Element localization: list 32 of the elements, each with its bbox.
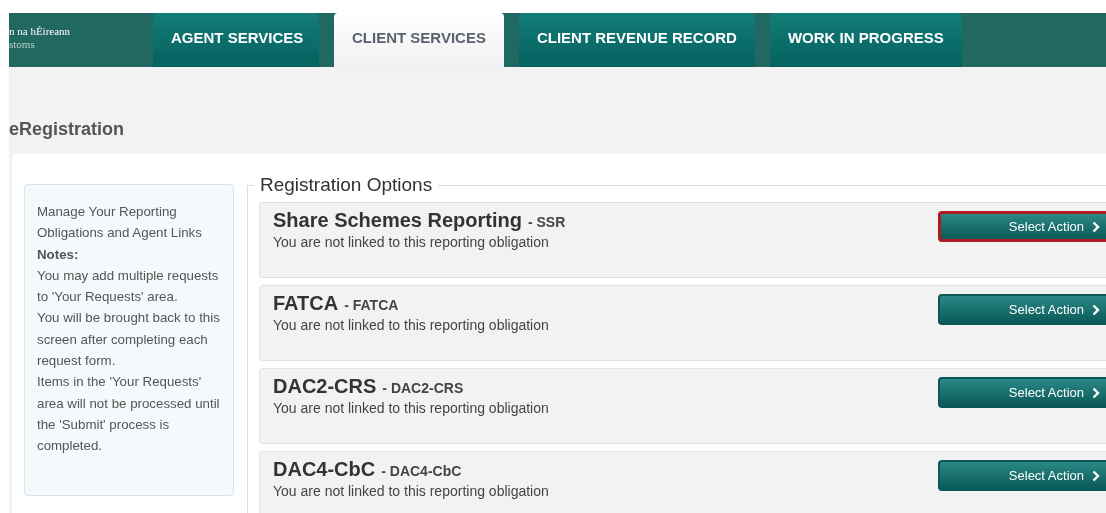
note-text: You may add multiple requests to 'Your Requests' area. — [37, 266, 220, 307]
chevron-right-icon — [1092, 303, 1100, 316]
option-code: - SSR — [527, 214, 566, 230]
notes-label: Notes: — [37, 245, 80, 264]
select-action-button[interactable]: Select Action — [938, 377, 1106, 408]
page-title: eRegistration — [9, 119, 126, 141]
option-code: - DAC2-CRS — [382, 380, 464, 396]
nav-tab[interactable]: WORK IN PROGRESS — [769, 13, 962, 67]
note-text: You will be brought back to this screen after completing each request form. — [37, 309, 221, 371]
intro-text: Manage Your Reporting Obligations and Agent Links — [37, 203, 203, 243]
note-text: Items in the 'Your Requests' area will not be processed until the 'Submit' process is completed. — [37, 373, 221, 456]
nav-tab[interactable]: CLIENT REVENUE RECORD — [518, 13, 755, 67]
logo-text: n na hÉireann — [9, 25, 72, 38]
option-code: - FATCA — [344, 297, 399, 313]
select-action-button[interactable]: Select Action — [938, 460, 1106, 491]
option-title: DAC4-CbC — [273, 458, 376, 480]
chevron-right-icon — [1092, 469, 1100, 482]
option-title: FATCA — [273, 292, 339, 314]
option-title: Share Schemes Reporting — [273, 209, 522, 231]
chevron-right-icon — [1092, 220, 1100, 233]
option-status: You are not linked to this reporting obligation — [273, 317, 549, 333]
select-action-button[interactable]: Select Action — [938, 294, 1106, 325]
nav-tab[interactable]: AGENT SERVICES — [153, 13, 319, 67]
option-title: DAC2-CRS — [273, 375, 377, 397]
nav-tab[interactable]: CLIENT SERVICES — [334, 13, 504, 67]
select-action-button[interactable]: Select Action — [938, 211, 1106, 242]
option-status: You are not linked to this reporting obligation — [273, 234, 550, 250]
option-status: You are not linked to this reporting obligation — [273, 483, 549, 499]
logo-text: stoms — [9, 38, 36, 51]
option-code: - DAC4-CbC — [381, 463, 462, 479]
option-status: You are not linked to this reporting obligation — [273, 400, 549, 416]
chevron-right-icon — [1092, 386, 1100, 399]
